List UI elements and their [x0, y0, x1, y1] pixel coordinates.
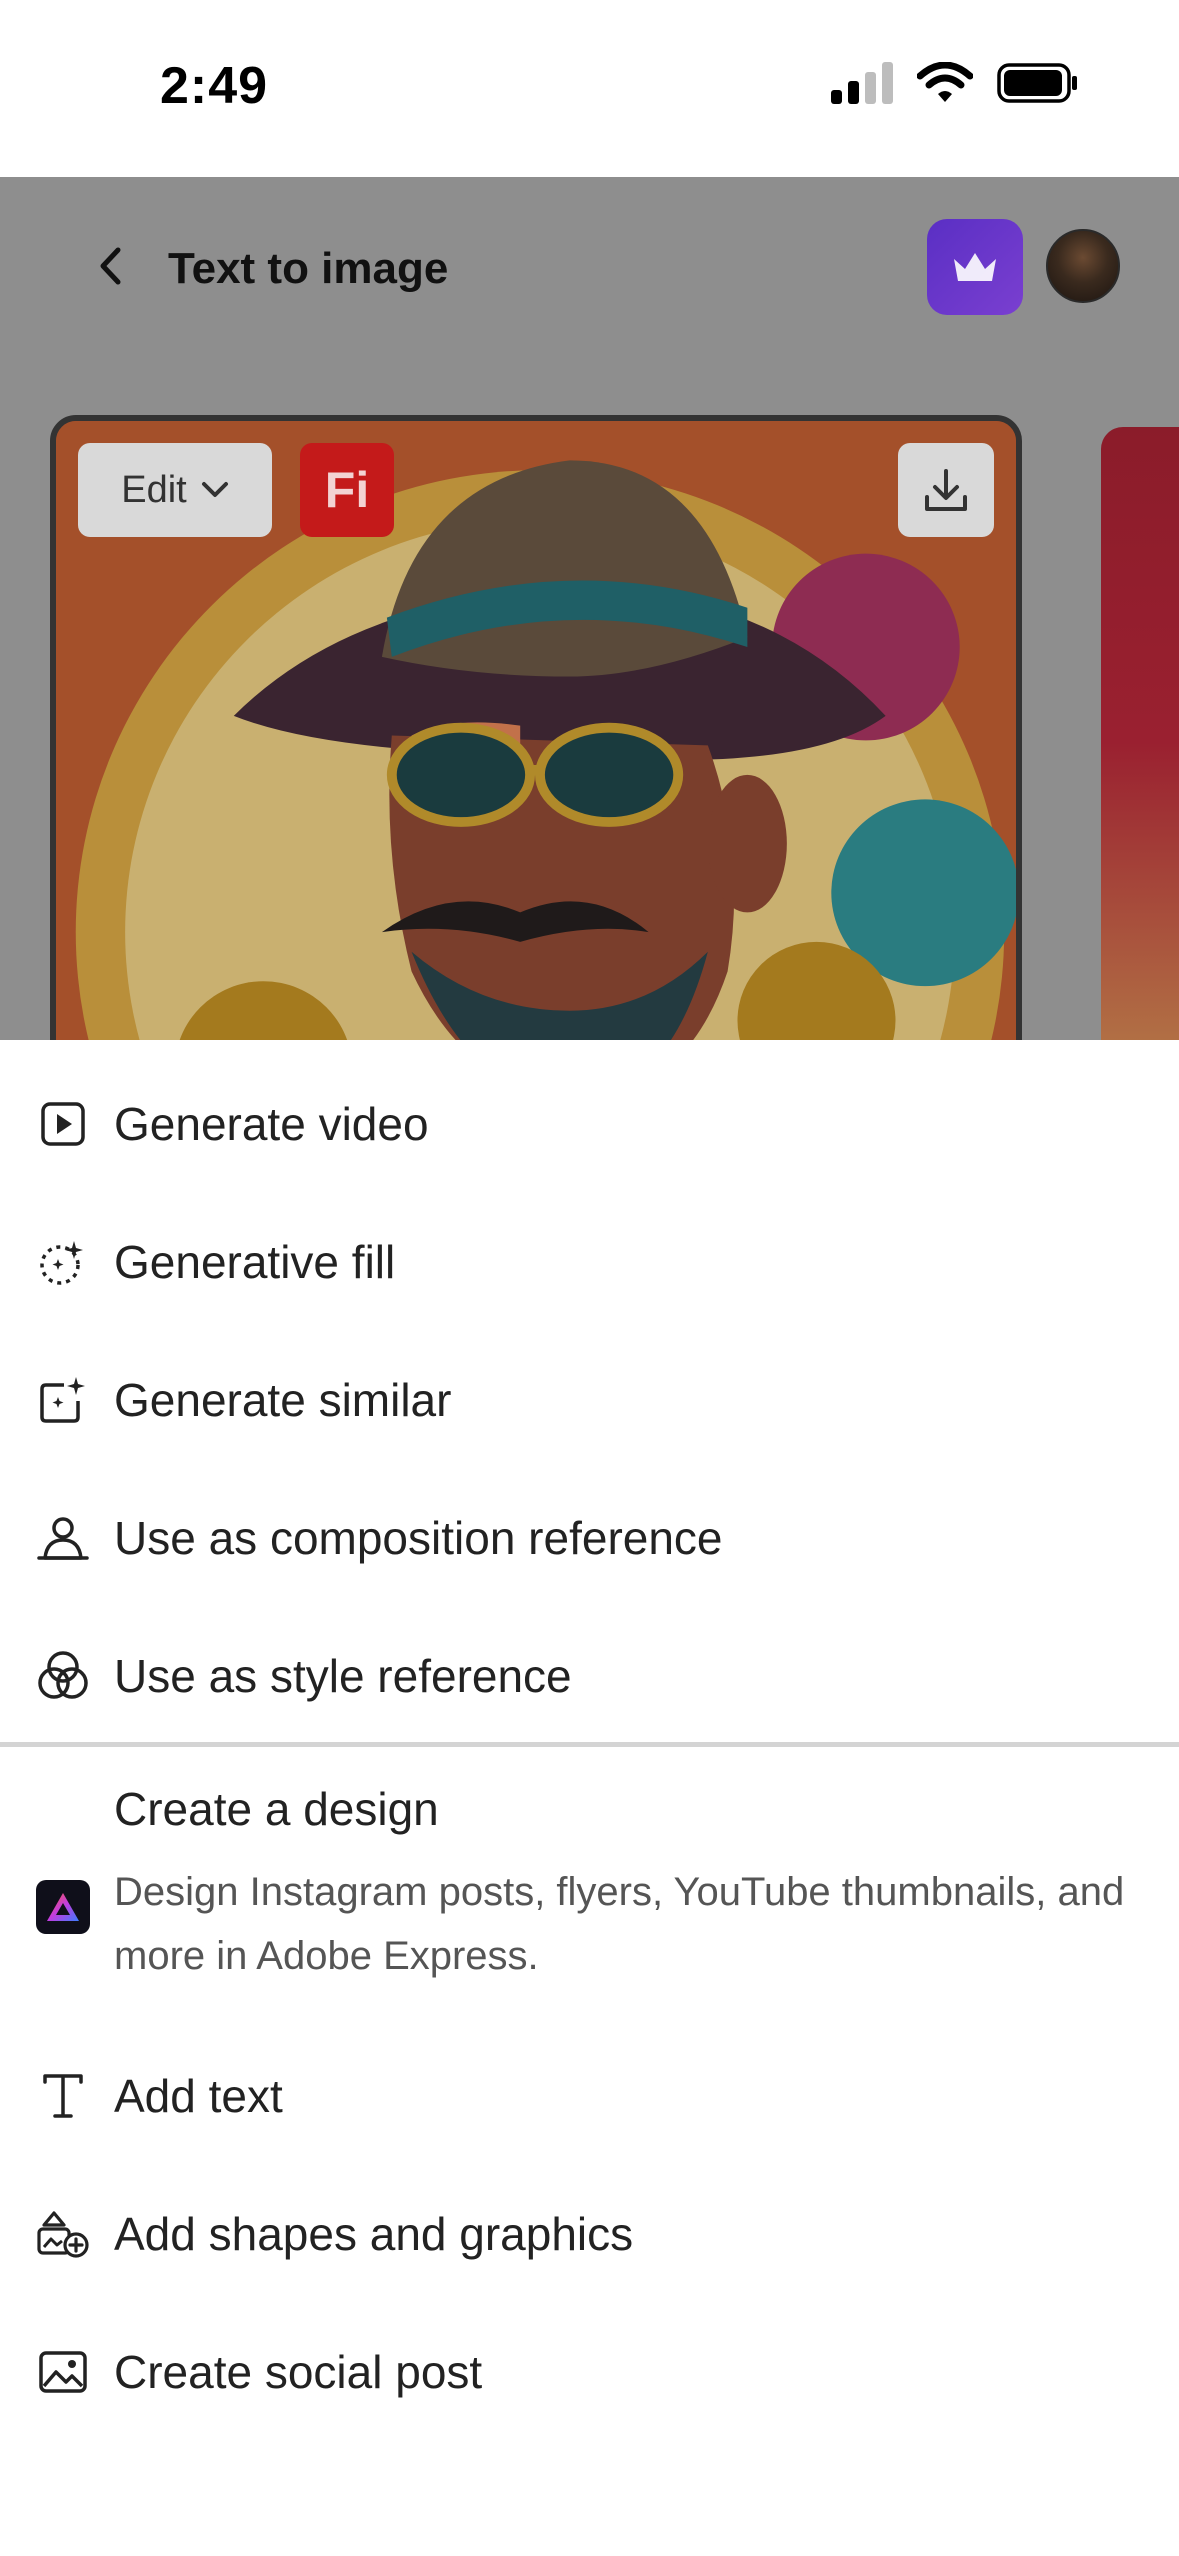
style-reference-item[interactable]: Use as style reference [0, 1616, 1179, 1736]
generate-similar-label: Generate similar [114, 1374, 452, 1426]
create-design-item[interactable]: Create a design Design Instagram posts, … [0, 1782, 1179, 2012]
generative-fill-icon [36, 1235, 90, 1289]
edit-label: Edit [121, 468, 187, 511]
cellular-signal-icon [831, 62, 893, 109]
style-reference-label: Use as style reference [114, 1650, 572, 1702]
generative-fill-label: Generative fill [114, 1236, 396, 1288]
generate-similar-icon [36, 1373, 90, 1427]
composition-reference-icon [36, 1511, 90, 1565]
shapes-icon [36, 2207, 90, 2261]
chevron-left-icon [100, 247, 121, 285]
section-divider [0, 1742, 1179, 1747]
status-bar: 2:49 [0, 0, 1179, 177]
next-image-card[interactable] [1101, 427, 1179, 1041]
edit-button[interactable]: Edit [78, 443, 272, 537]
app-background: Text to image Edit Fi [0, 177, 1179, 1041]
page-title: Text to image [168, 244, 449, 293]
generated-image-card[interactable]: Edit Fi [50, 415, 1022, 1041]
create-social-post-label: Create social post [114, 2346, 483, 2398]
add-shapes-item[interactable]: Add shapes and graphics [0, 2174, 1179, 2294]
firefly-badge: Fi [300, 443, 394, 537]
wifi-icon [916, 61, 974, 109]
status-time: 2:49 [160, 57, 269, 115]
app-header: Text to image [0, 177, 1179, 357]
status-icons [831, 61, 1079, 109]
image-icon [36, 2345, 90, 2399]
generative-fill-item[interactable]: Generative fill [0, 1202, 1179, 1322]
text-icon [36, 2069, 90, 2123]
battery-icon [997, 63, 1079, 108]
add-text-label: Add text [114, 2070, 283, 2122]
composition-reference-item[interactable]: Use as composition reference [0, 1478, 1179, 1598]
premium-button[interactable] [927, 219, 1023, 315]
create-design-title: Create a design [114, 1783, 439, 1835]
crown-icon [954, 253, 996, 281]
chevron-down-icon [201, 482, 228, 497]
composition-reference-label: Use as composition reference [114, 1512, 723, 1564]
add-shapes-label: Add shapes and graphics [114, 2208, 634, 2260]
play-video-icon [36, 1097, 90, 1151]
create-design-description: Design Instagram posts, flyers, YouTube … [114, 1870, 1125, 1978]
create-social-post-item[interactable]: Create social post [0, 2312, 1179, 2432]
back-button[interactable] [88, 239, 132, 293]
generate-video-item[interactable]: Generate video [0, 1064, 1179, 1184]
firefly-badge-text: Fi [324, 462, 370, 518]
download-button[interactable] [898, 443, 994, 537]
add-text-item[interactable]: Add text [0, 2036, 1179, 2156]
generate-similar-item[interactable]: Generate similar [0, 1340, 1179, 1460]
avatar[interactable] [1046, 229, 1120, 303]
actions-sheet: Generate video Generative fill Generate … [0, 1040, 1179, 2556]
generate-video-label: Generate video [114, 1098, 429, 1150]
style-reference-icon [36, 1649, 90, 1703]
download-icon [925, 469, 967, 511]
adobe-express-icon [36, 1880, 90, 1934]
